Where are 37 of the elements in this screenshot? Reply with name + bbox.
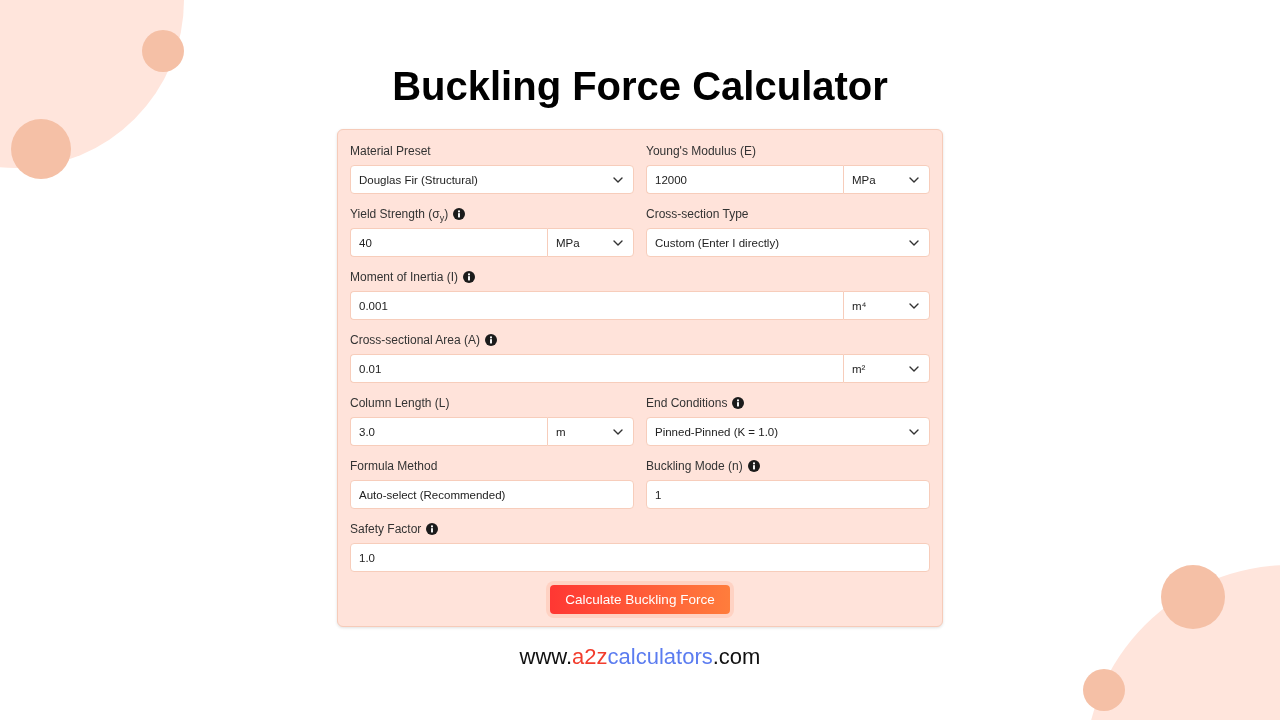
text-input[interactable]: 1.0 [350, 543, 930, 572]
text-input[interactable]: Auto-select (Recommended) [350, 480, 634, 509]
field-label: Yield Strength (σ$_{y}$) [350, 206, 449, 222]
unit-dropdown[interactable]: MPa [843, 165, 930, 194]
field-label: Material Preset [350, 143, 431, 159]
field-label: Buckling Mode (n) [646, 458, 743, 474]
field-label: Cross-sectional Area (A) [350, 332, 481, 348]
unit-dropdown[interactable]: MPa [547, 228, 634, 257]
number-input[interactable]: 0.001 [350, 291, 843, 320]
number-input[interactable]: 12000 [646, 165, 843, 194]
field-label: Safety Factor [350, 521, 422, 537]
chevron-down-icon [909, 239, 919, 246]
chevron-down-icon [909, 302, 919, 309]
dropdown[interactable]: Custom (Enter I directly) [646, 228, 930, 257]
unit-dropdown[interactable]: m⁴ [843, 291, 930, 320]
field-label: End Conditions [646, 395, 728, 411]
field-label: Cross-section Type [646, 206, 749, 222]
chevron-down-icon [613, 176, 623, 183]
page-title: Buckling Force Calculator [392, 63, 888, 110]
field-label: Column Length (L) [350, 395, 450, 411]
website-url: www.a2zcalculators.com [519, 644, 761, 670]
number-input[interactable]: 0.01 [350, 354, 843, 383]
chevron-down-icon [909, 365, 919, 372]
unit-dropdown[interactable]: m [547, 417, 634, 446]
chevron-down-icon [909, 176, 919, 183]
number-input[interactable]: 40 [350, 228, 547, 257]
text-input[interactable]: 1 [646, 480, 930, 509]
dropdown[interactable]: Douglas Fir (Structural) [350, 165, 634, 194]
field-label: Formula Method [350, 458, 438, 474]
field-label: Young's Modulus (E) [646, 143, 756, 159]
chevron-down-icon [613, 239, 623, 246]
number-input[interactable]: 3.0 [350, 417, 547, 446]
chevron-down-icon [909, 428, 919, 435]
dropdown[interactable]: Pinned-Pinned (K = 1.0) [646, 417, 930, 446]
field-label: Moment of Inertia (I) [350, 269, 459, 285]
unit-dropdown[interactable]: m² [843, 354, 930, 383]
chevron-down-icon [613, 428, 623, 435]
